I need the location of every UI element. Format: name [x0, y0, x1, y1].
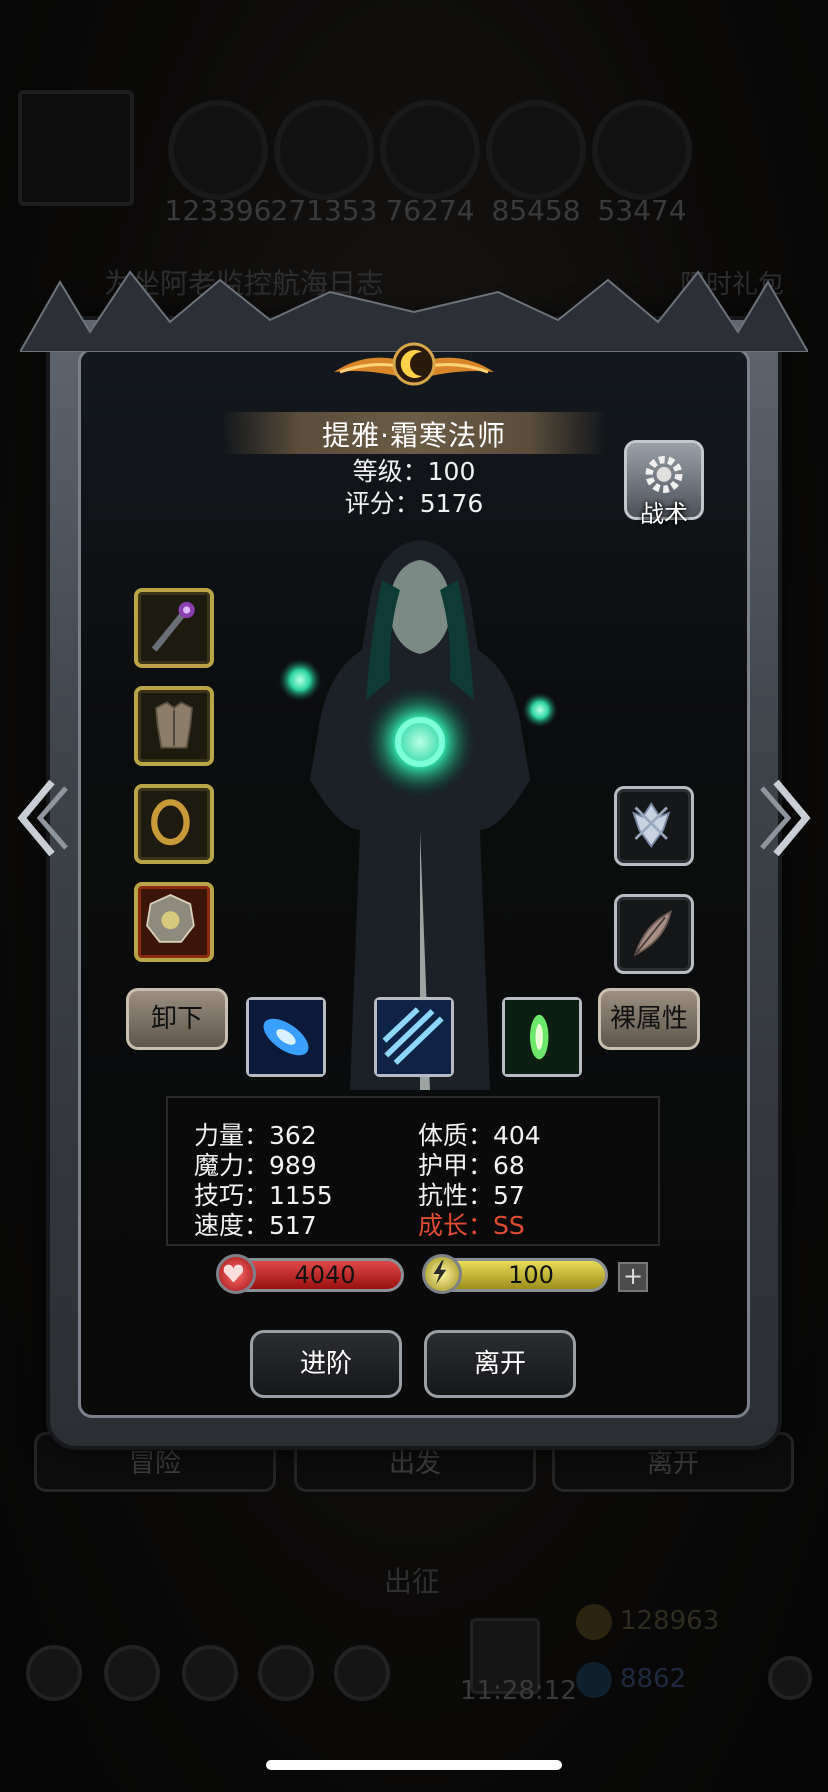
energy-value: 100	[508, 1261, 554, 1289]
amulet-icon	[146, 894, 195, 943]
skill-slot-1[interactable]	[246, 997, 326, 1077]
background-menu-icon	[26, 1645, 82, 1701]
background-menu-icon	[182, 1645, 238, 1701]
resource-leather-icon	[592, 100, 692, 200]
advance-button[interactable]: 进阶	[250, 1330, 402, 1398]
armor-icon	[155, 701, 193, 749]
resource-wood-icon	[168, 100, 268, 200]
background-expedition-label: 出征	[384, 1565, 441, 1598]
stat-growth: 成长：SS	[418, 1211, 525, 1240]
ice-shard-icon	[249, 1000, 323, 1074]
resource-count: 53474	[597, 194, 687, 227]
add-energy-button[interactable]: +	[618, 1262, 648, 1292]
trinket-slot[interactable]	[614, 894, 694, 974]
armor-slot[interactable]	[134, 686, 214, 766]
hp-value: 4040	[294, 1261, 356, 1289]
background-gem-count: 8862	[620, 1664, 687, 1694]
frost-storm-icon	[377, 1000, 451, 1074]
ring-icon	[151, 799, 190, 846]
stat-speed: 速度：517	[194, 1211, 317, 1240]
stats-panel: 力量：362 魔力：989 技巧：1155 速度：517 体质：404 护甲：6…	[166, 1096, 660, 1246]
leave-button[interactable]: 离开	[424, 1330, 576, 1398]
hero-level: 等级：100	[352, 457, 476, 486]
background-menu-icon	[104, 1645, 160, 1701]
lightning-icon	[422, 1254, 462, 1294]
unequip-button[interactable]: 卸下	[126, 988, 228, 1050]
background-add-icon	[768, 1656, 812, 1700]
emblem-slot[interactable]	[614, 786, 694, 866]
feather-icon	[633, 910, 672, 957]
resource-bread-icon	[274, 100, 374, 200]
background-clock: 11:28:12	[460, 1676, 577, 1706]
base-attributes-button[interactable]: 裸属性	[598, 988, 700, 1050]
tactics-label: 战术	[640, 500, 688, 528]
background-menu-icon	[334, 1645, 390, 1701]
nature-crystal-icon	[505, 1000, 579, 1074]
staff-icon	[151, 601, 195, 652]
skill-slot-3[interactable]	[502, 997, 582, 1077]
skill-slot-2[interactable]	[374, 997, 454, 1077]
crest-icon	[632, 802, 671, 848]
background-menu-icon	[258, 1645, 314, 1701]
next-hero-arrow-icon[interactable]	[760, 776, 816, 860]
gold-coin-icon	[576, 1604, 612, 1640]
resource-ore-icon	[380, 100, 480, 200]
previous-hero-arrow-icon[interactable]	[12, 776, 68, 860]
gem-icon	[576, 1662, 612, 1698]
ring-slot[interactable]	[134, 784, 214, 864]
weapon-slot[interactable]	[134, 588, 214, 668]
hero-score: 评分：5176	[344, 489, 484, 518]
home-indicator[interactable]	[266, 1760, 562, 1770]
amulet-slot[interactable]	[134, 882, 214, 962]
heart-icon	[216, 1254, 256, 1294]
background-gold-count: 128963	[620, 1606, 720, 1636]
hero-portrait-frame-bg	[18, 90, 134, 206]
moon-crest-icon	[334, 342, 494, 386]
resource-crystal-icon	[486, 100, 586, 200]
hero-name: 提雅·霜寒法师	[322, 419, 506, 452]
